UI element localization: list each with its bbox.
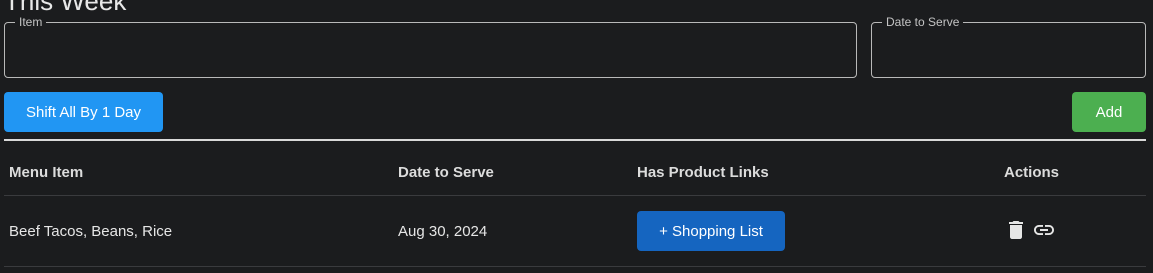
row-divider <box>4 266 1146 267</box>
link-icon[interactable] <box>1032 218 1056 242</box>
header-has-product-links: Has Product Links <box>637 164 769 181</box>
section-divider <box>4 139 1146 141</box>
date-field[interactable]: Date to Serve <box>871 15 1146 78</box>
header-actions: Actions <box>1004 164 1060 181</box>
header-date-to-serve: Date to Serve <box>398 164 494 181</box>
header-menu-item: Menu Item <box>9 164 84 181</box>
trash-icon[interactable] <box>1004 218 1028 242</box>
menu-item-cell: Beef Tacos, Beans, Rice <box>9 223 173 240</box>
menu-page: This Week Item Date to Serve Shift All B… <box>0 0 1153 273</box>
date-to-serve-cell: Aug 30, 2024 <box>398 223 488 240</box>
shopping-list-button[interactable]: + Shopping List <box>637 211 785 251</box>
add-button[interactable]: Add <box>1072 92 1146 132</box>
header-row-divider <box>4 195 1146 196</box>
date-input[interactable] <box>872 23 1145 77</box>
shift-all-button[interactable]: Shift All By 1 Day <box>4 92 163 132</box>
item-input[interactable] <box>5 23 856 77</box>
page-title: This Week <box>4 0 127 16</box>
item-field[interactable]: Item <box>4 15 857 78</box>
